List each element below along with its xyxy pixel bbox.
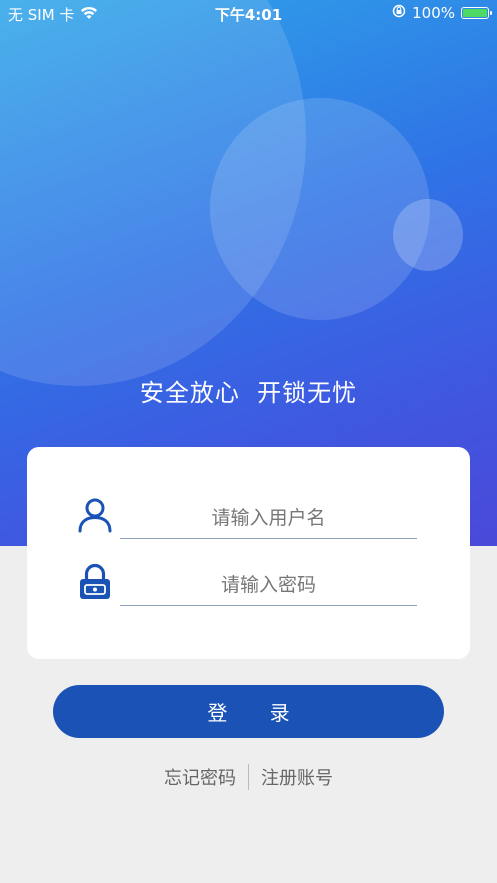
forgot-password-link[interactable]: 忘记密码 <box>164 764 236 790</box>
battery-icon <box>461 7 492 19</box>
links-divider <box>248 764 249 790</box>
slogan: 安全放心 开锁无忧 <box>139 379 358 407</box>
status-bar: 无 SIM 卡 下午4:01 100% <box>0 0 497 28</box>
decorative-bubble <box>393 199 463 271</box>
user-icon <box>77 497 113 537</box>
decorative-bubble <box>210 98 430 320</box>
password-input[interactable] <box>120 565 417 606</box>
status-right: 100% <box>392 4 492 22</box>
username-row <box>27 492 470 552</box>
battery-percent: 100% <box>412 4 455 22</box>
lock-icon <box>77 563 113 605</box>
register-link[interactable]: 注册账号 <box>261 764 333 790</box>
password-row <box>27 559 470 619</box>
username-input[interactable] <box>120 498 417 539</box>
orientation-lock-icon <box>392 4 406 22</box>
login-button[interactable]: 登 录 <box>53 685 444 738</box>
account-links: 忘记密码 注册账号 <box>0 764 497 790</box>
login-card <box>27 447 470 659</box>
